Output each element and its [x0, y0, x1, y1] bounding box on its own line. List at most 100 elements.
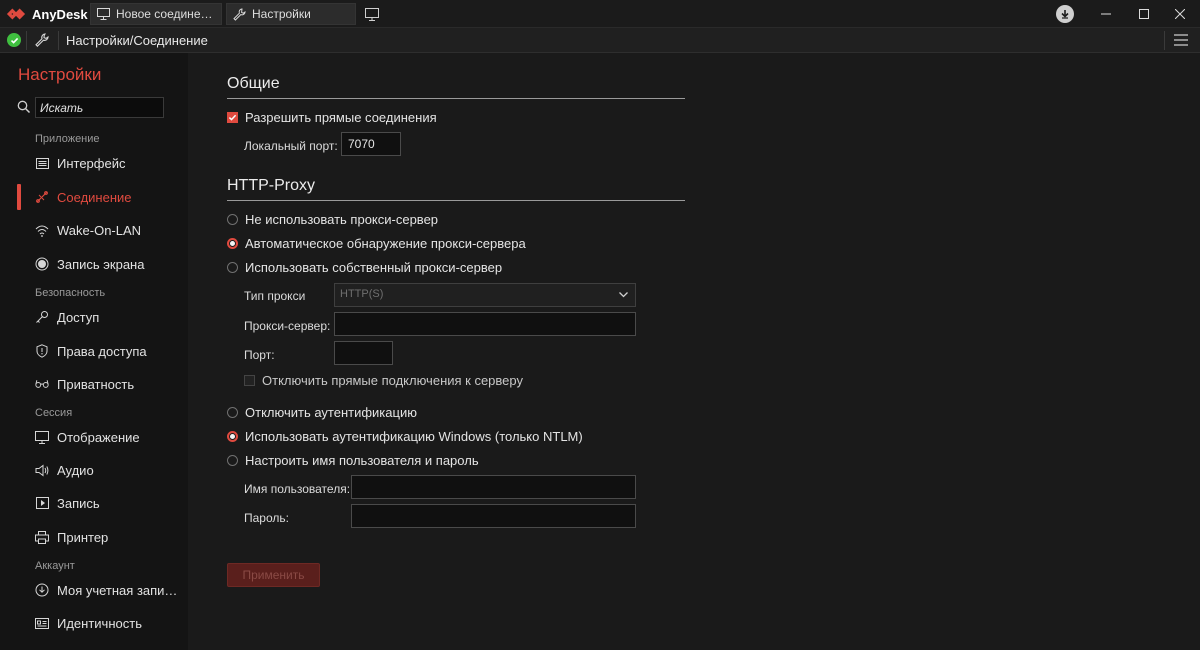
sidebar-title: Настройки: [18, 65, 102, 84]
sidebar-item-audio[interactable]: Аудио: [0, 455, 188, 485]
proxy-custom-radio[interactable]: [227, 262, 238, 273]
minimize-icon: [1101, 13, 1111, 15]
settings-sidebar: Настройки Приложение Интерфейс Соединени…: [0, 53, 188, 650]
section-divider: [227, 200, 685, 201]
auth-disable-option[interactable]: Отключить аутентификацию: [227, 405, 417, 420]
auth-option-label: Настроить имя пользователя и пароль: [245, 453, 479, 468]
sidebar-item-label: Соединение: [57, 189, 132, 205]
apply-button[interactable]: Применить: [227, 563, 320, 587]
key-icon: [35, 310, 49, 324]
sidebar-item-identity[interactable]: Идентичность: [0, 608, 188, 638]
search-icon: [17, 100, 31, 114]
password-input[interactable]: [351, 504, 636, 528]
proxy-server-label: Прокси-сервер:: [244, 319, 331, 333]
download-button[interactable]: [1056, 5, 1074, 23]
local-port-input[interactable]: [341, 132, 401, 156]
proxy-auto-radio[interactable]: [227, 238, 238, 249]
local-port-label: Локальный порт:: [244, 139, 338, 153]
disable-direct-server-checkbox[interactable]: [244, 375, 255, 386]
app-brand: AnyDesk: [6, 4, 88, 24]
sidebar-item-permissions[interactable]: Права доступа: [0, 336, 188, 366]
check-icon: [228, 114, 237, 121]
auth-credentials-radio[interactable]: [227, 455, 238, 466]
settings-search-input[interactable]: [35, 97, 164, 118]
close-button[interactable]: [1160, 0, 1200, 28]
proxy-custom-option[interactable]: Использовать собственный прокси-сервер: [227, 260, 502, 275]
section-label: Приложение: [35, 133, 100, 145]
auth-option-label: Использовать аутентификацию Windows (тол…: [245, 429, 583, 444]
play-icon: [35, 496, 49, 510]
monitor-icon: [97, 8, 110, 20]
interface-icon: [35, 156, 49, 170]
sidebar-item-label: Интерфейс: [57, 155, 126, 171]
sidebar-item-access[interactable]: Доступ: [0, 302, 188, 332]
address-path: Настройки/Соединение: [66, 33, 208, 48]
sidebar-item-label: Принтер: [57, 529, 109, 545]
sidebar-item-label: Запись: [57, 495, 100, 511]
maximize-icon: [1139, 9, 1149, 19]
proxy-type-select[interactable]: HTTP(S): [334, 283, 636, 307]
sidebar-item-display[interactable]: Отображение: [0, 422, 188, 452]
hamburger-menu-icon[interactable]: [1172, 32, 1190, 48]
app-name: AnyDesk: [32, 6, 88, 22]
speaker-icon: [35, 463, 49, 477]
maximize-button[interactable]: [1124, 0, 1164, 28]
proxy-port-input[interactable]: [334, 341, 393, 365]
allow-direct-connections-option[interactable]: Разрешить прямые соединения: [227, 110, 437, 125]
auth-credentials-option[interactable]: Настроить имя пользователя и пароль: [227, 453, 479, 468]
sidebar-item-label: Отображение: [57, 429, 140, 445]
wrench-icon: [35, 33, 49, 47]
auth-windows-radio[interactable]: [227, 431, 238, 442]
glasses-icon: [35, 377, 49, 391]
proxy-auto-option[interactable]: Автоматическое обнаружение прокси-сервер…: [227, 236, 526, 251]
sidebar-item-printer[interactable]: Принтер: [0, 522, 188, 552]
proxy-none-option[interactable]: Не использовать прокси-сервер: [227, 212, 438, 227]
sidebar-item-label: Wake-On-LAN: [57, 222, 142, 238]
section-divider: [227, 98, 685, 99]
allow-direct-label: Разрешить прямые соединения: [245, 110, 437, 125]
settings-content: Общие Разрешить прямые соединения Локаль…: [188, 53, 1200, 650]
title-bar: AnyDesk Новое соедине… Настройки: [0, 0, 1200, 28]
sidebar-item-privacy[interactable]: Приватность: [0, 369, 188, 399]
printer-icon: [35, 530, 49, 544]
proxy-server-input[interactable]: [334, 312, 636, 336]
address-bar: Настройки/Соединение: [0, 28, 1200, 53]
tab-label: Новое соедине…: [116, 7, 213, 21]
wifi-icon: [35, 223, 49, 237]
sidebar-item-label: Аудио: [57, 462, 94, 478]
connection-status-icon: [7, 33, 21, 47]
sidebar-item-screen-recording[interactable]: Запись экрана: [0, 249, 188, 279]
sidebar-item-my-account[interactable]: Моя учетная запи…: [0, 575, 188, 605]
id-card-icon: [35, 616, 49, 630]
display-icon: [35, 430, 49, 444]
sidebar-item-interface[interactable]: Интерфейс: [0, 148, 188, 178]
proxy-option-label: Не использовать прокси-сервер: [245, 212, 439, 227]
sidebar-item-label: Права доступа: [57, 343, 147, 359]
tab-settings[interactable]: Настройки: [226, 3, 356, 25]
disable-direct-server-option[interactable]: Отключить прямые подключения к серверу: [244, 373, 523, 388]
sidebar-item-label: Моя учетная запи…: [57, 582, 178, 598]
allow-direct-checkbox[interactable]: [227, 112, 238, 123]
sidebar-item-label: Доступ: [57, 309, 100, 325]
proxy-option-label: Использовать собственный прокси-сервер: [245, 260, 503, 275]
minimize-button[interactable]: [1086, 0, 1126, 28]
auth-disable-radio[interactable]: [227, 407, 238, 418]
password-label: Пароль:: [244, 511, 289, 525]
proxy-none-radio[interactable]: [227, 214, 238, 225]
username-label: Имя пользователя:: [244, 482, 351, 496]
new-tab-button[interactable]: [362, 4, 382, 24]
section-title-proxy: HTTP-Proxy: [227, 177, 315, 194]
sidebar-item-wake-on-lan[interactable]: Wake-On-LAN: [0, 215, 188, 245]
disable-direct-server-label: Отключить прямые подключения к серверу: [262, 373, 523, 388]
check-icon: [10, 37, 18, 44]
proxy-type-value: HTTP(S): [340, 288, 384, 300]
sidebar-item-recording[interactable]: Запись: [0, 488, 188, 518]
username-input[interactable]: [351, 475, 636, 499]
auth-windows-option[interactable]: Использовать аутентификацию Windows (тол…: [227, 429, 583, 444]
record-icon: [35, 257, 49, 271]
divider: [1164, 31, 1165, 50]
sidebar-item-connection[interactable]: Соединение: [0, 182, 188, 212]
shield-icon: [35, 344, 49, 358]
tab-new-connection[interactable]: Новое соедине…: [90, 3, 222, 25]
anydesk-logo-icon: [6, 8, 26, 20]
